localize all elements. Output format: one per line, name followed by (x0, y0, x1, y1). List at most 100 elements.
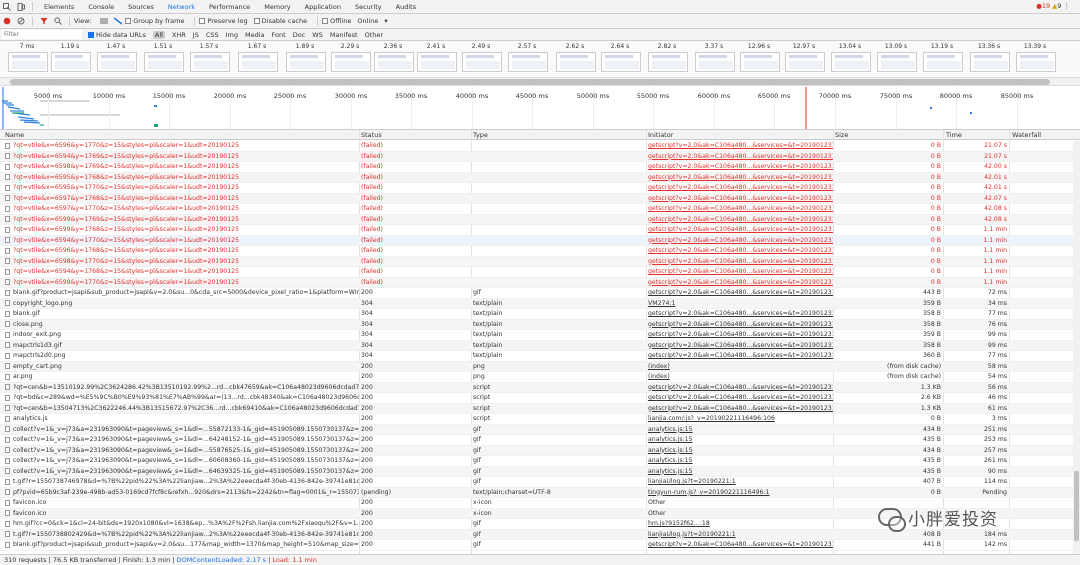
column-header-initiator[interactable]: Initiator (648, 131, 673, 139)
table-row[interactable]: blank.gif?product=jsapi&sub_product=jsap… (0, 288, 1080, 299)
initiator-cell[interactable]: getscript?v=2.0&ak=C106a480...&services=… (648, 142, 833, 149)
initiator-cell[interactable]: getscript?v=2.0&ak=C106a480...&services=… (648, 247, 833, 254)
request-name-cell[interactable]: empty_cart.png (5, 363, 359, 370)
initiator-cell[interactable]: getscript?v=2.0&ak=C106a480...&services=… (648, 289, 833, 296)
offline-checkbox[interactable] (322, 18, 329, 24)
table-row[interactable]: ?qt=vtile&x=6597&y=1768&z=15&styles=pl&s… (0, 193, 1080, 204)
table-row[interactable]: ?qt=vtile&x=6594&y=1768&z=15&styles=pl&s… (0, 267, 1080, 278)
table-row[interactable]: mapctrls1d3.gif 304 text/plain getscript?v=… (0, 340, 1080, 351)
screenshot-frame[interactable]: 13.19 s (920, 41, 970, 77)
request-name-cell[interactable]: ?qt=vtile&x=6594&y=1768&z=15&styles=pl&s… (5, 268, 359, 275)
initiator-cell[interactable]: analytics.js:15 (648, 436, 833, 443)
table-row[interactable]: collect?v=1&_v=j73&a=231963090&t=pagevie… (0, 445, 1080, 456)
initiator-cell[interactable]: getscript?v=2.0&ak=C106a480...&services=… (648, 237, 833, 244)
table-row[interactable]: ?qt=vtile&x=6594&y=1770&z=15&styles=pl&s… (0, 235, 1080, 246)
screenshot-thumbnail[interactable] (417, 52, 457, 72)
screenshot-thumbnail[interactable] (286, 52, 326, 72)
table-row[interactable]: blank.gif 304 text/plain getscript?v=2.0&ak… (0, 309, 1080, 320)
screenshot-frame[interactable]: 1.67 s (235, 41, 285, 77)
table-row[interactable]: ?qt=vtile&x=6597&y=1770&z=15&styles=pl&s… (0, 204, 1080, 215)
initiator-cell[interactable]: getscript?v=2.0&ak=C106a480...&services=… (648, 352, 833, 359)
initiator-cell[interactable]: lianjiaUlog.js?t=20190221:1 (648, 531, 833, 538)
table-row[interactable]: ?qt=cen&b=13504713%2C3622246.44%3B135156… (0, 403, 1080, 414)
initiator-cell[interactable]: getscript?v=2.0&ak=C106a480...&services=… (648, 153, 833, 160)
tab-sources[interactable]: Sources (121, 3, 161, 11)
table-row[interactable]: ?qt=vtile&x=6599&y=1770&z=15&styles=pl&s… (0, 277, 1080, 288)
request-name-cell[interactable]: ?qt=vtile&x=6597&y=1770&z=15&styles=pl&s… (5, 205, 359, 212)
preserve-log-checkbox[interactable] (199, 18, 206, 24)
screenshot-thumbnail[interactable] (144, 52, 184, 72)
initiator-cell[interactable]: getscript?v=2.0&ak=C106a480...&services=… (648, 394, 833, 401)
request-name-cell[interactable]: ?qt=vtile&x=6599&y=1769&z=15&styles=pl&s… (5, 216, 359, 223)
screenshot-thumbnail[interactable] (1016, 52, 1056, 72)
filter-type-font[interactable]: Font (272, 31, 286, 39)
filter-type-media[interactable]: Media (245, 31, 265, 39)
filter-type-manifest[interactable]: Manifest (330, 31, 358, 39)
screenshot-frame[interactable]: 2.64 s (598, 41, 648, 77)
table-row[interactable]: ?qt=vtile&x=6595&y=1770&z=15&styles=pl&s… (0, 183, 1080, 194)
table-row[interactable]: ?qt=vtile&x=6596&y=1768&z=15&styles=pl&s… (0, 246, 1080, 257)
request-name-cell[interactable]: ar.png (5, 373, 359, 380)
request-name-cell[interactable]: ?qt=vtile&x=6594&y=1770&z=15&styles=pl&s… (5, 237, 359, 244)
tab-audits[interactable]: Audits (389, 3, 423, 11)
request-name-cell[interactable]: blank.gif?product=jsapi&sub_product=jsap… (5, 541, 359, 548)
request-name-cell[interactable]: indoor_exit.png (5, 331, 359, 338)
inspect-element-icon[interactable] (2, 2, 12, 12)
initiator-cell[interactable]: analytics.js:15 (648, 468, 833, 475)
table-row[interactable]: ?qt=vtile&x=6594&y=1769&z=15&styles=pl&s… (0, 151, 1080, 162)
device-toolbar-icon[interactable] (16, 2, 26, 12)
request-name-cell[interactable]: ?qt=bd&c=289&wd=%E5%9C%B0%E9%93%81%E7%AB… (5, 394, 359, 401)
initiator-cell[interactable]: (index) (648, 363, 833, 370)
screenshot-frame[interactable]: 1.47 s (94, 41, 144, 77)
table-row[interactable]: collect?v=1&_v=j73&a=231963090&t=pagevie… (0, 456, 1080, 467)
filter-type-ws[interactable]: WS (312, 31, 323, 39)
initiator-cell[interactable]: analytics.js:15 (648, 457, 833, 464)
table-row[interactable]: close.png 304 text/plain getscript?v=2.0&ak… (0, 319, 1080, 330)
tab-elements[interactable]: Elements (37, 3, 81, 11)
hide-data-urls-checkbox[interactable] (88, 31, 94, 38)
table-row[interactable]: copyright_logo.png 304 text/plain VM274:1 35… (0, 298, 1080, 309)
screenshot-thumbnail[interactable] (238, 52, 278, 72)
table-row[interactable]: ?qt=vtile&x=6599&y=1768&z=15&styles=pl&s… (0, 225, 1080, 236)
initiator-cell[interactable]: VM274:1 (648, 300, 833, 307)
table-row[interactable]: collect?v=1&_v=j73&a=231963090&t=pagevie… (0, 435, 1080, 446)
screenshot-frame[interactable]: 2.62 s (553, 41, 603, 77)
chevron-down-icon[interactable]: ▾ (384, 17, 387, 25)
initiator-cell[interactable]: lianjia.com/:js?_v=20190221116496:106 (648, 415, 833, 422)
request-name-cell[interactable]: ?qt=vtile&x=6595&y=1770&z=15&styles=pl&s… (5, 184, 359, 191)
request-name-cell[interactable]: pf?pvid=65b9c3af-239e-498b-ad53-0169cd7f… (5, 489, 359, 496)
initiator-cell[interactable]: getscript?v=2.0&ak=C106a480...&services=… (648, 184, 833, 191)
screenshot-frame[interactable]: 1.19 s (48, 41, 98, 77)
initiator-cell[interactable]: getscript?v=2.0&ak=C106a480...&services=… (648, 541, 833, 548)
request-name-cell[interactable]: ?qt=cen&b=13504713%2C3622246.44%3B135156… (5, 405, 359, 412)
large-rows-icon[interactable] (99, 16, 109, 26)
request-name-cell[interactable]: ?qt=cen&b=13510192.99%2C3624286.42%3B135… (5, 384, 359, 391)
screenshot-thumbnail[interactable] (648, 52, 688, 72)
screenshot-frame[interactable]: 3.37 s (692, 41, 742, 77)
request-name-cell[interactable]: t.gif?r=1550738802429&d=%7B%22pid%22%3A%… (5, 531, 359, 538)
request-name-cell[interactable]: ?qt=vtile&x=6597&y=1768&z=15&styles=pl&s… (5, 195, 359, 202)
table-row[interactable]: indoor_exit.png 304 text/plain getscript?v=… (0, 330, 1080, 341)
request-name-cell[interactable]: favicon.ico (5, 499, 359, 506)
screenshot-thumbnail[interactable] (695, 52, 735, 72)
filter-type-img[interactable]: Img (226, 31, 238, 39)
table-row[interactable]: ?qt=vtile&x=6595&y=1768&z=15&styles=pl&s… (0, 172, 1080, 183)
tab-console[interactable]: Console (81, 3, 121, 11)
screenshot-thumbnail[interactable] (970, 52, 1010, 72)
column-header-time[interactable]: Time (946, 131, 962, 139)
table-row[interactable]: ?qt=bd&c=289&wd=%E5%9C%B0%E9%93%81%E7%AB… (0, 393, 1080, 404)
group-by-frame-checkbox[interactable] (125, 18, 132, 24)
request-name-cell[interactable]: analytics.js (5, 415, 359, 422)
screenshot-thumbnail[interactable] (740, 52, 780, 72)
request-name-cell[interactable]: mapctrls2d0.png (5, 352, 359, 359)
request-name-cell[interactable]: ?qt=vtile&x=6595&y=1768&z=15&styles=pl&s… (5, 174, 359, 181)
initiator-cell[interactable]: getscript?v=2.0&ak=C106a480...&services=… (648, 405, 833, 412)
screenshot-thumbnail[interactable] (877, 52, 917, 72)
screenshot-thumbnail[interactable] (8, 52, 48, 72)
scrollbar-thumb[interactable] (10, 79, 1050, 85)
table-row[interactable]: ?qt=vtile&x=6598&y=1769&z=15&styles=pl&s… (0, 162, 1080, 173)
initiator-cell[interactable]: getscript?v=2.0&ak=C106a480...&services=… (648, 331, 833, 338)
request-name-cell[interactable]: ?qt=vtile&x=6598&y=1769&z=15&styles=pl&s… (5, 163, 359, 170)
filter-type-css[interactable]: CSS (206, 31, 219, 39)
tab-network[interactable]: Network (161, 3, 202, 11)
